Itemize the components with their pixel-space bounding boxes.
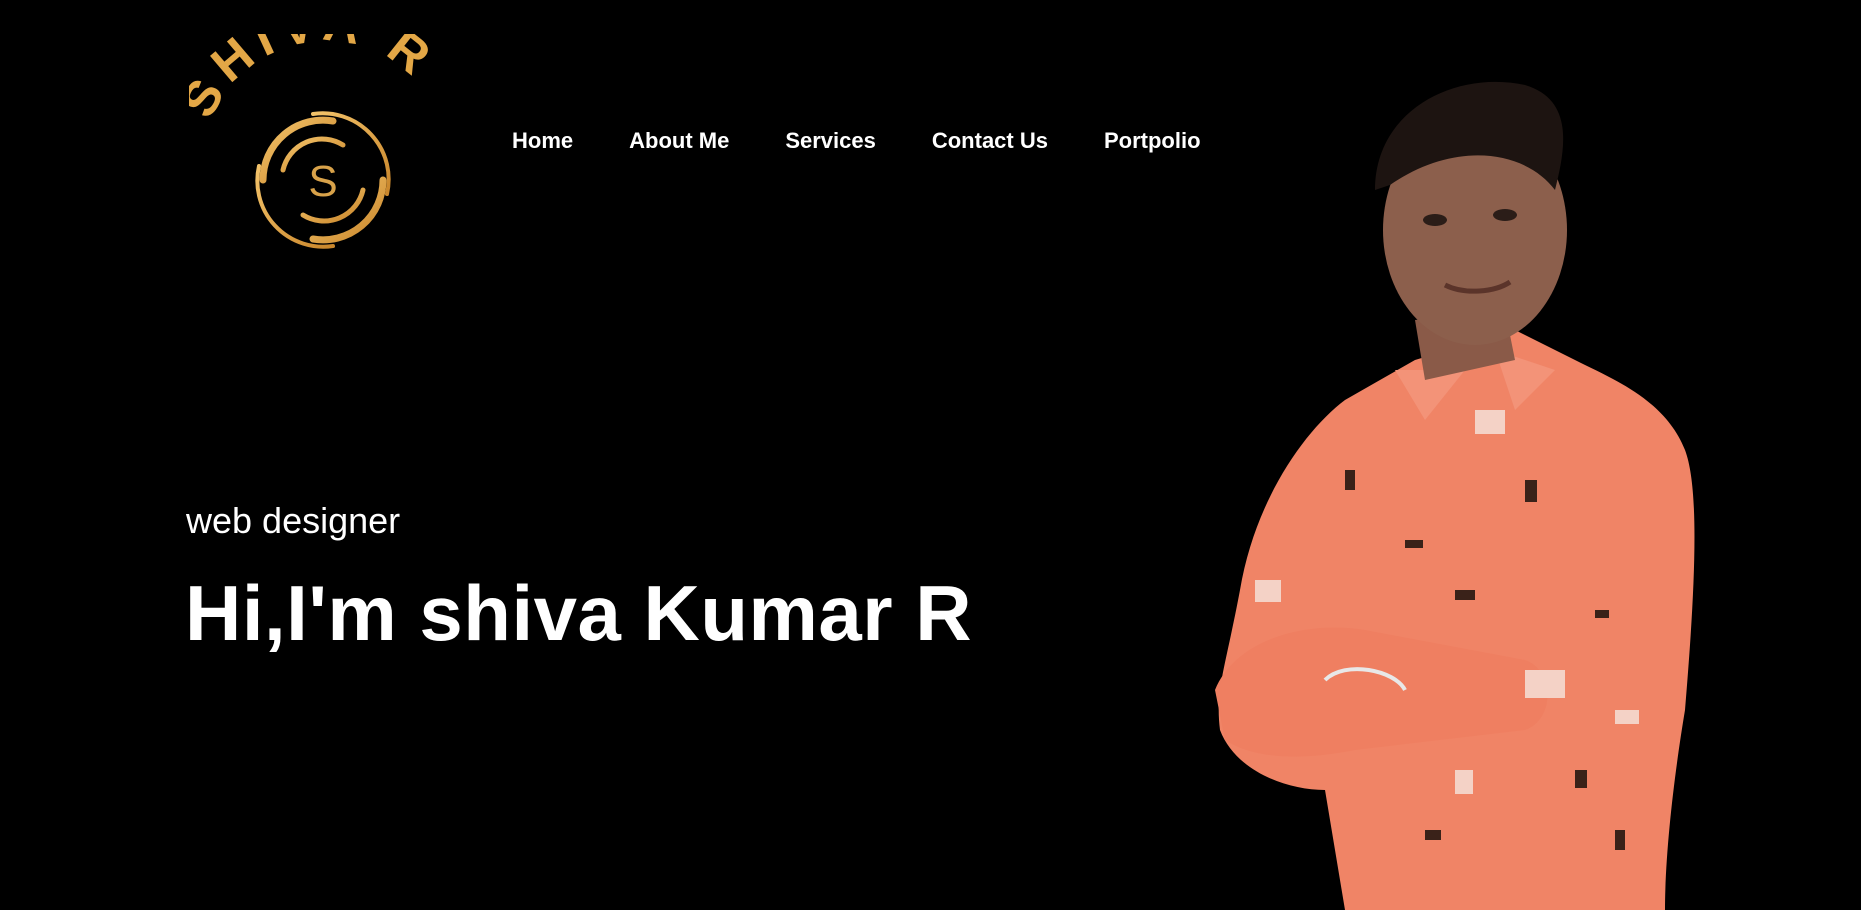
portrait-image bbox=[1195, 70, 1715, 910]
main-nav: Home About Me Services Contact Us Portpo… bbox=[512, 128, 1257, 154]
logo[interactable]: SHIVA R S bbox=[189, 34, 459, 264]
nav-about-me[interactable]: About Me bbox=[629, 128, 729, 154]
nav-portfolio[interactable]: Portpolio bbox=[1104, 128, 1201, 154]
person-portrait-icon bbox=[1215, 81, 1695, 910]
logo-monogram: S bbox=[308, 157, 337, 206]
nav-services[interactable]: Services bbox=[785, 128, 876, 154]
logo-icon: SHIVA R S bbox=[189, 34, 439, 249]
hero-subtitle: web designer bbox=[186, 500, 401, 541]
nav-contact-us[interactable]: Contact Us bbox=[932, 128, 1048, 154]
hero-headline: Hi,I'm shiva Kumar R bbox=[185, 569, 973, 657]
hero-section: SHIVA R S Home About Me Services Contact… bbox=[0, 0, 1861, 910]
nav-home[interactable]: Home bbox=[512, 128, 573, 154]
